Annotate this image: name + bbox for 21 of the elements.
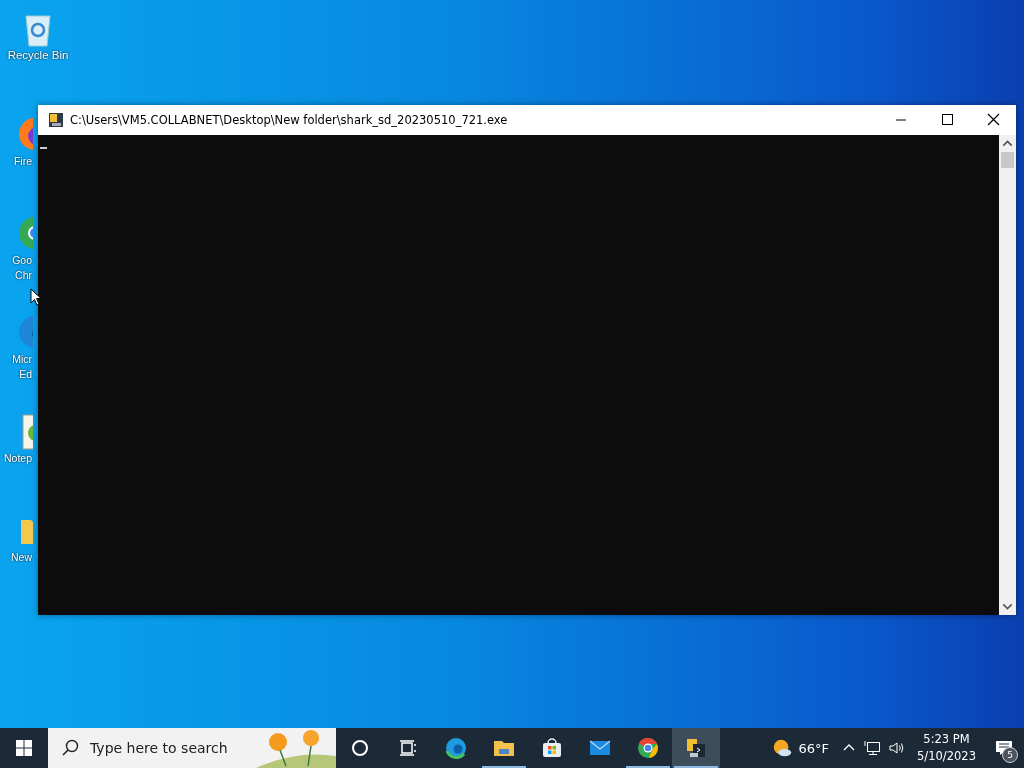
desktop-icon-label: Recycle Bin — [7, 48, 69, 63]
vertical-scrollbar[interactable] — [999, 135, 1016, 615]
notification-count-badge: 5 — [1002, 747, 1018, 763]
weather-widget[interactable]: 66°F — [762, 737, 838, 759]
desktop-icon-label: Goo Chr — [11, 253, 32, 283]
search-input[interactable]: Type here to search — [88, 739, 242, 757]
window-title: C:\Users\VM5.COLLABNET\Desktop\New folder\shark_sd_20230510_721.exe — [70, 113, 509, 127]
clock[interactable]: 5:23 PM 5/10/2023 — [909, 731, 984, 765]
text-cursor — [40, 147, 47, 149]
desktop-icon-label: Fire — [12, 154, 32, 169]
search-icon — [60, 738, 80, 758]
scrollbar-thumb[interactable] — [1001, 152, 1014, 168]
notifications-button[interactable]: 5 — [984, 728, 1024, 768]
desktop-icon-label: Micr Ed — [11, 352, 32, 382]
desktop-icon-label: New — [10, 550, 32, 565]
store-icon — [540, 736, 564, 760]
search-bar[interactable]: Type here to search — [48, 728, 336, 768]
desktop-icon-label: Notep — [2, 451, 32, 466]
console-icon — [684, 736, 708, 760]
console-app-icon — [48, 112, 64, 128]
console-taskbar-button[interactable] — [672, 728, 720, 768]
